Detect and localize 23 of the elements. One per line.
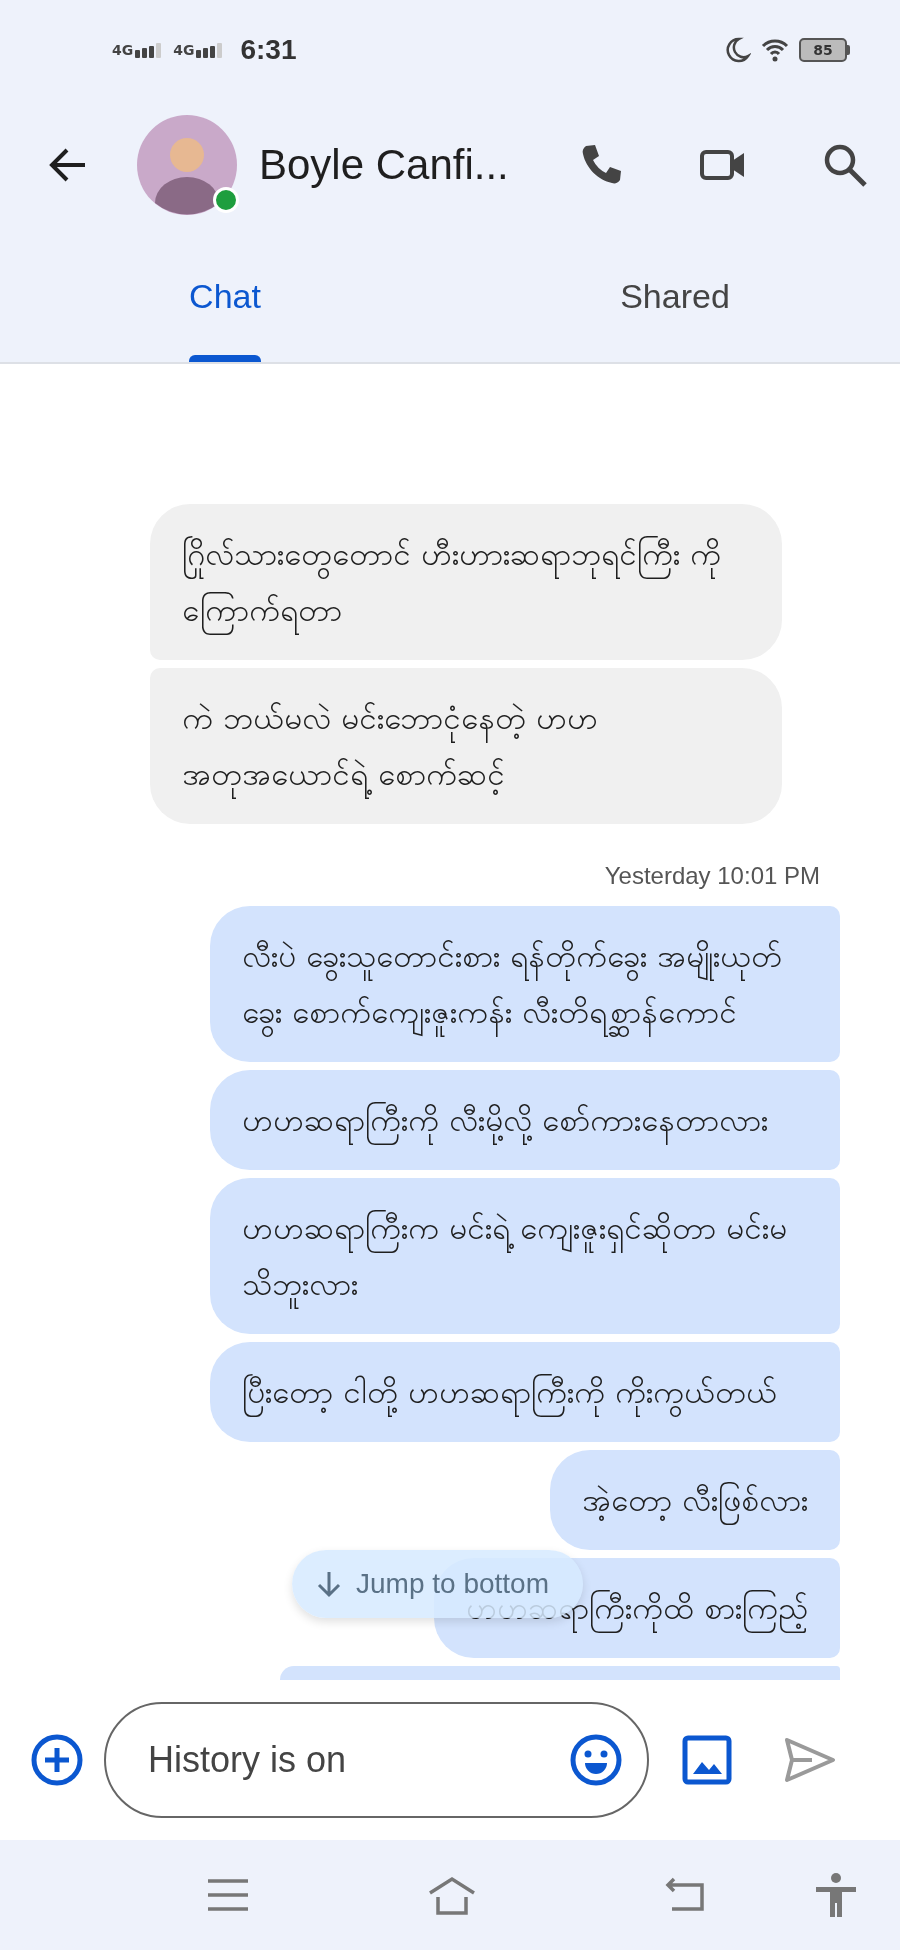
tab[interactable]: Chat — [0, 230, 450, 362]
signal-icon — [196, 42, 225, 58]
message-bubble: လီးပဲ ခွေးသူတောင်းစား ရန်တိုက်ခွေး အမျိုးယုတ်ခွေး စောက်ကျေးဇူးကန်း လီးတိရစ္ဆာန်ကောင် — [210, 906, 840, 1062]
image-icon[interactable] — [681, 1734, 733, 1786]
avatar[interactable] — [137, 115, 237, 215]
message-bubble: ဟဟဆရာကြီးကို လီးမို့လို့ စော်ကားနေတာလား — [210, 1070, 840, 1170]
message-bubble: ပြီးတော့ ငါတို့ ဟဟဆရာကြီးကို ကိုးကွယ်တယ် — [210, 1342, 840, 1442]
signal-icon — [135, 42, 164, 58]
tab[interactable]: Shared — [450, 230, 900, 362]
message-bubble: ကဲ ဘယ်မလဲ မင်းဘောငုံနေတဲ့ ဟဟ အတုအယောင်ရဲ့ စောက်ဆင့် — [150, 668, 782, 824]
message-input-field[interactable]: History is on — [104, 1702, 649, 1818]
battery-level: 85 — [799, 38, 847, 62]
moon-icon — [723, 36, 751, 64]
network-label: 4G — [112, 42, 134, 58]
timestamp: Yesterday 10:01 PM — [604, 862, 820, 890]
clock-time: 6:31 — [240, 34, 297, 66]
message-bubble: ဟဟဆရာကြီးက မင်းရဲ့ ကျေးဇူးရှင်ဆိုတာ မင်းမသိဘူးလား — [210, 1178, 840, 1334]
contact-name: Boyle Canfi... — [259, 141, 509, 189]
add-icon[interactable] — [30, 1733, 84, 1787]
message-bubble: ဂြိုလ်သားတွေတောင် ဟီးဟားဆရာဘုရင်ကြီး ကို ကြောက်ရတာ — [150, 504, 782, 660]
network-label: 4G — [173, 42, 195, 58]
emoji-icon[interactable] — [569, 1733, 623, 1787]
message-bubble: အဲ့တော့ လီးဖြစ်လား — [550, 1450, 840, 1550]
